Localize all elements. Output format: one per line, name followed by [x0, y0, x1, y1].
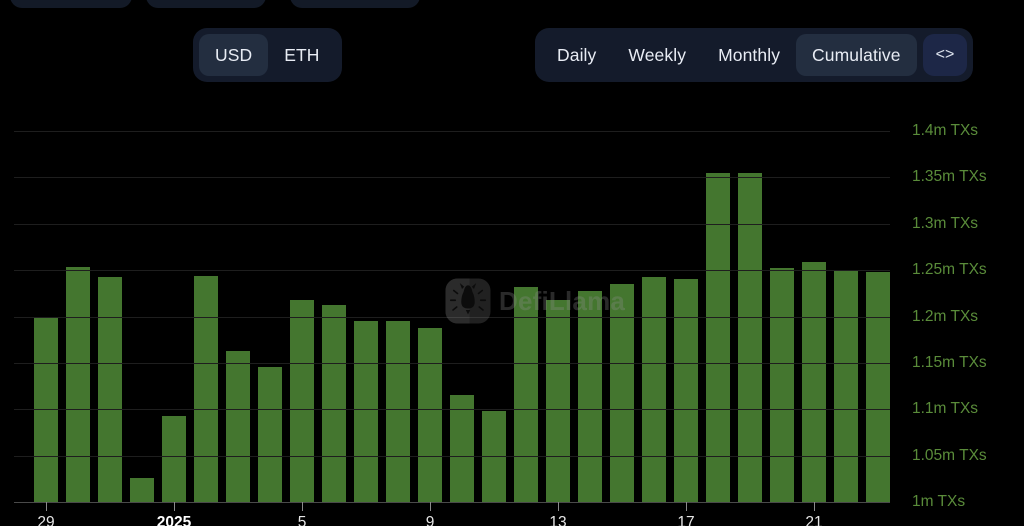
bar[interactable]: [706, 172, 730, 502]
y-axis-tick-label: 1.1m TXs: [912, 400, 979, 418]
chart-screen: USD ETH Daily Weekly Monthly Cumulative <> 1.…: [0, 0, 1024, 526]
bar[interactable]: [130, 477, 154, 502]
bar[interactable]: [450, 395, 474, 502]
x-axis-tick: [430, 502, 431, 511]
x-axis-tick-label: 5: [297, 514, 307, 526]
bar[interactable]: [834, 271, 858, 502]
y-axis-tick-label: 1.25m TXs: [912, 261, 987, 279]
x-axis-tick-label: 21: [805, 514, 823, 526]
interval-option-monthly[interactable]: Monthly: [702, 34, 796, 76]
y-axis-tick-label: 1.2m TXs: [912, 307, 979, 325]
interval-option-daily[interactable]: Daily: [541, 34, 612, 76]
bar[interactable]: [674, 279, 698, 502]
y-axis-tick-label: 1m TXs: [912, 493, 966, 510]
x-axis-tick-label: 17: [677, 514, 695, 526]
bar[interactable]: [546, 299, 570, 502]
bar[interactable]: [578, 290, 602, 502]
x-axis-tick-label: 29: [37, 514, 55, 526]
gridline: [14, 223, 890, 225]
y-axis-tick-label: 1.15m TXs: [912, 353, 987, 371]
code-embed-icon[interactable]: <>: [922, 34, 968, 76]
clipped-card-3[interactable]: [290, 0, 420, 8]
x-axis-tick-label: 9: [425, 514, 435, 526]
bar[interactable]: [258, 366, 282, 502]
clipped-card-2[interactable]: [146, 0, 266, 8]
plot-region: [14, 131, 890, 503]
bar[interactable]: [514, 286, 538, 502]
x-axis-tick: [686, 502, 687, 511]
interval-toggle[interactable]: Daily Weekly Monthly Cumulative <>: [535, 28, 974, 82]
gridline: [14, 502, 890, 503]
bar[interactable]: [98, 276, 122, 502]
currency-option-eth[interactable]: ETH: [268, 34, 335, 76]
bar[interactable]: [642, 276, 666, 502]
x-axis-tick: [814, 502, 815, 511]
y-axis-tick-label: 1.4m TXs: [912, 122, 979, 139]
bar[interactable]: [802, 261, 826, 502]
bar[interactable]: [418, 327, 442, 502]
x-axis-tick: [302, 502, 303, 511]
bar[interactable]: [386, 321, 410, 502]
gridline: [14, 177, 890, 179]
y-axis-tick-label: 1.05m TXs: [912, 446, 987, 464]
gridline: [14, 362, 890, 364]
bar[interactable]: [194, 275, 218, 502]
bar[interactable]: [770, 268, 794, 502]
x-axis-tick-label: 13: [549, 514, 567, 526]
interval-option-weekly[interactable]: Weekly: [612, 34, 702, 76]
bar[interactable]: [226, 350, 250, 502]
x-axis-tick: [174, 502, 175, 511]
gridline: [14, 270, 890, 272]
bar[interactable]: [322, 305, 346, 502]
chart-area: 1.4m TXs 1.35m TXs 1.3m TXs 1.25m TXs 1.2m T…: [0, 110, 1024, 526]
gridline: [14, 316, 890, 318]
currency-toggle[interactable]: USD ETH: [193, 28, 342, 82]
bar[interactable]: [162, 415, 186, 502]
y-axis-tick-label: 1.3m TXs: [912, 214, 979, 232]
gridline: [14, 409, 890, 411]
gridline: [14, 455, 890, 457]
x-axis-tick: [558, 502, 559, 511]
x-axis-tick: [46, 502, 47, 511]
gridline: [14, 131, 890, 132]
x-axis-tick-label: 2025: [156, 514, 192, 526]
interval-option-cumulative[interactable]: Cumulative: [796, 34, 917, 76]
bar[interactable]: [866, 271, 890, 502]
clipped-card-1[interactable]: [10, 0, 132, 8]
bar[interactable]: [66, 267, 90, 502]
bar[interactable]: [354, 321, 378, 502]
bar[interactable]: [738, 172, 762, 502]
y-axis-tick-label: 1.35m TXs: [912, 168, 987, 186]
top-card-strip: [0, 0, 1024, 10]
bar[interactable]: [290, 299, 314, 502]
currency-option-usd[interactable]: USD: [199, 34, 269, 76]
